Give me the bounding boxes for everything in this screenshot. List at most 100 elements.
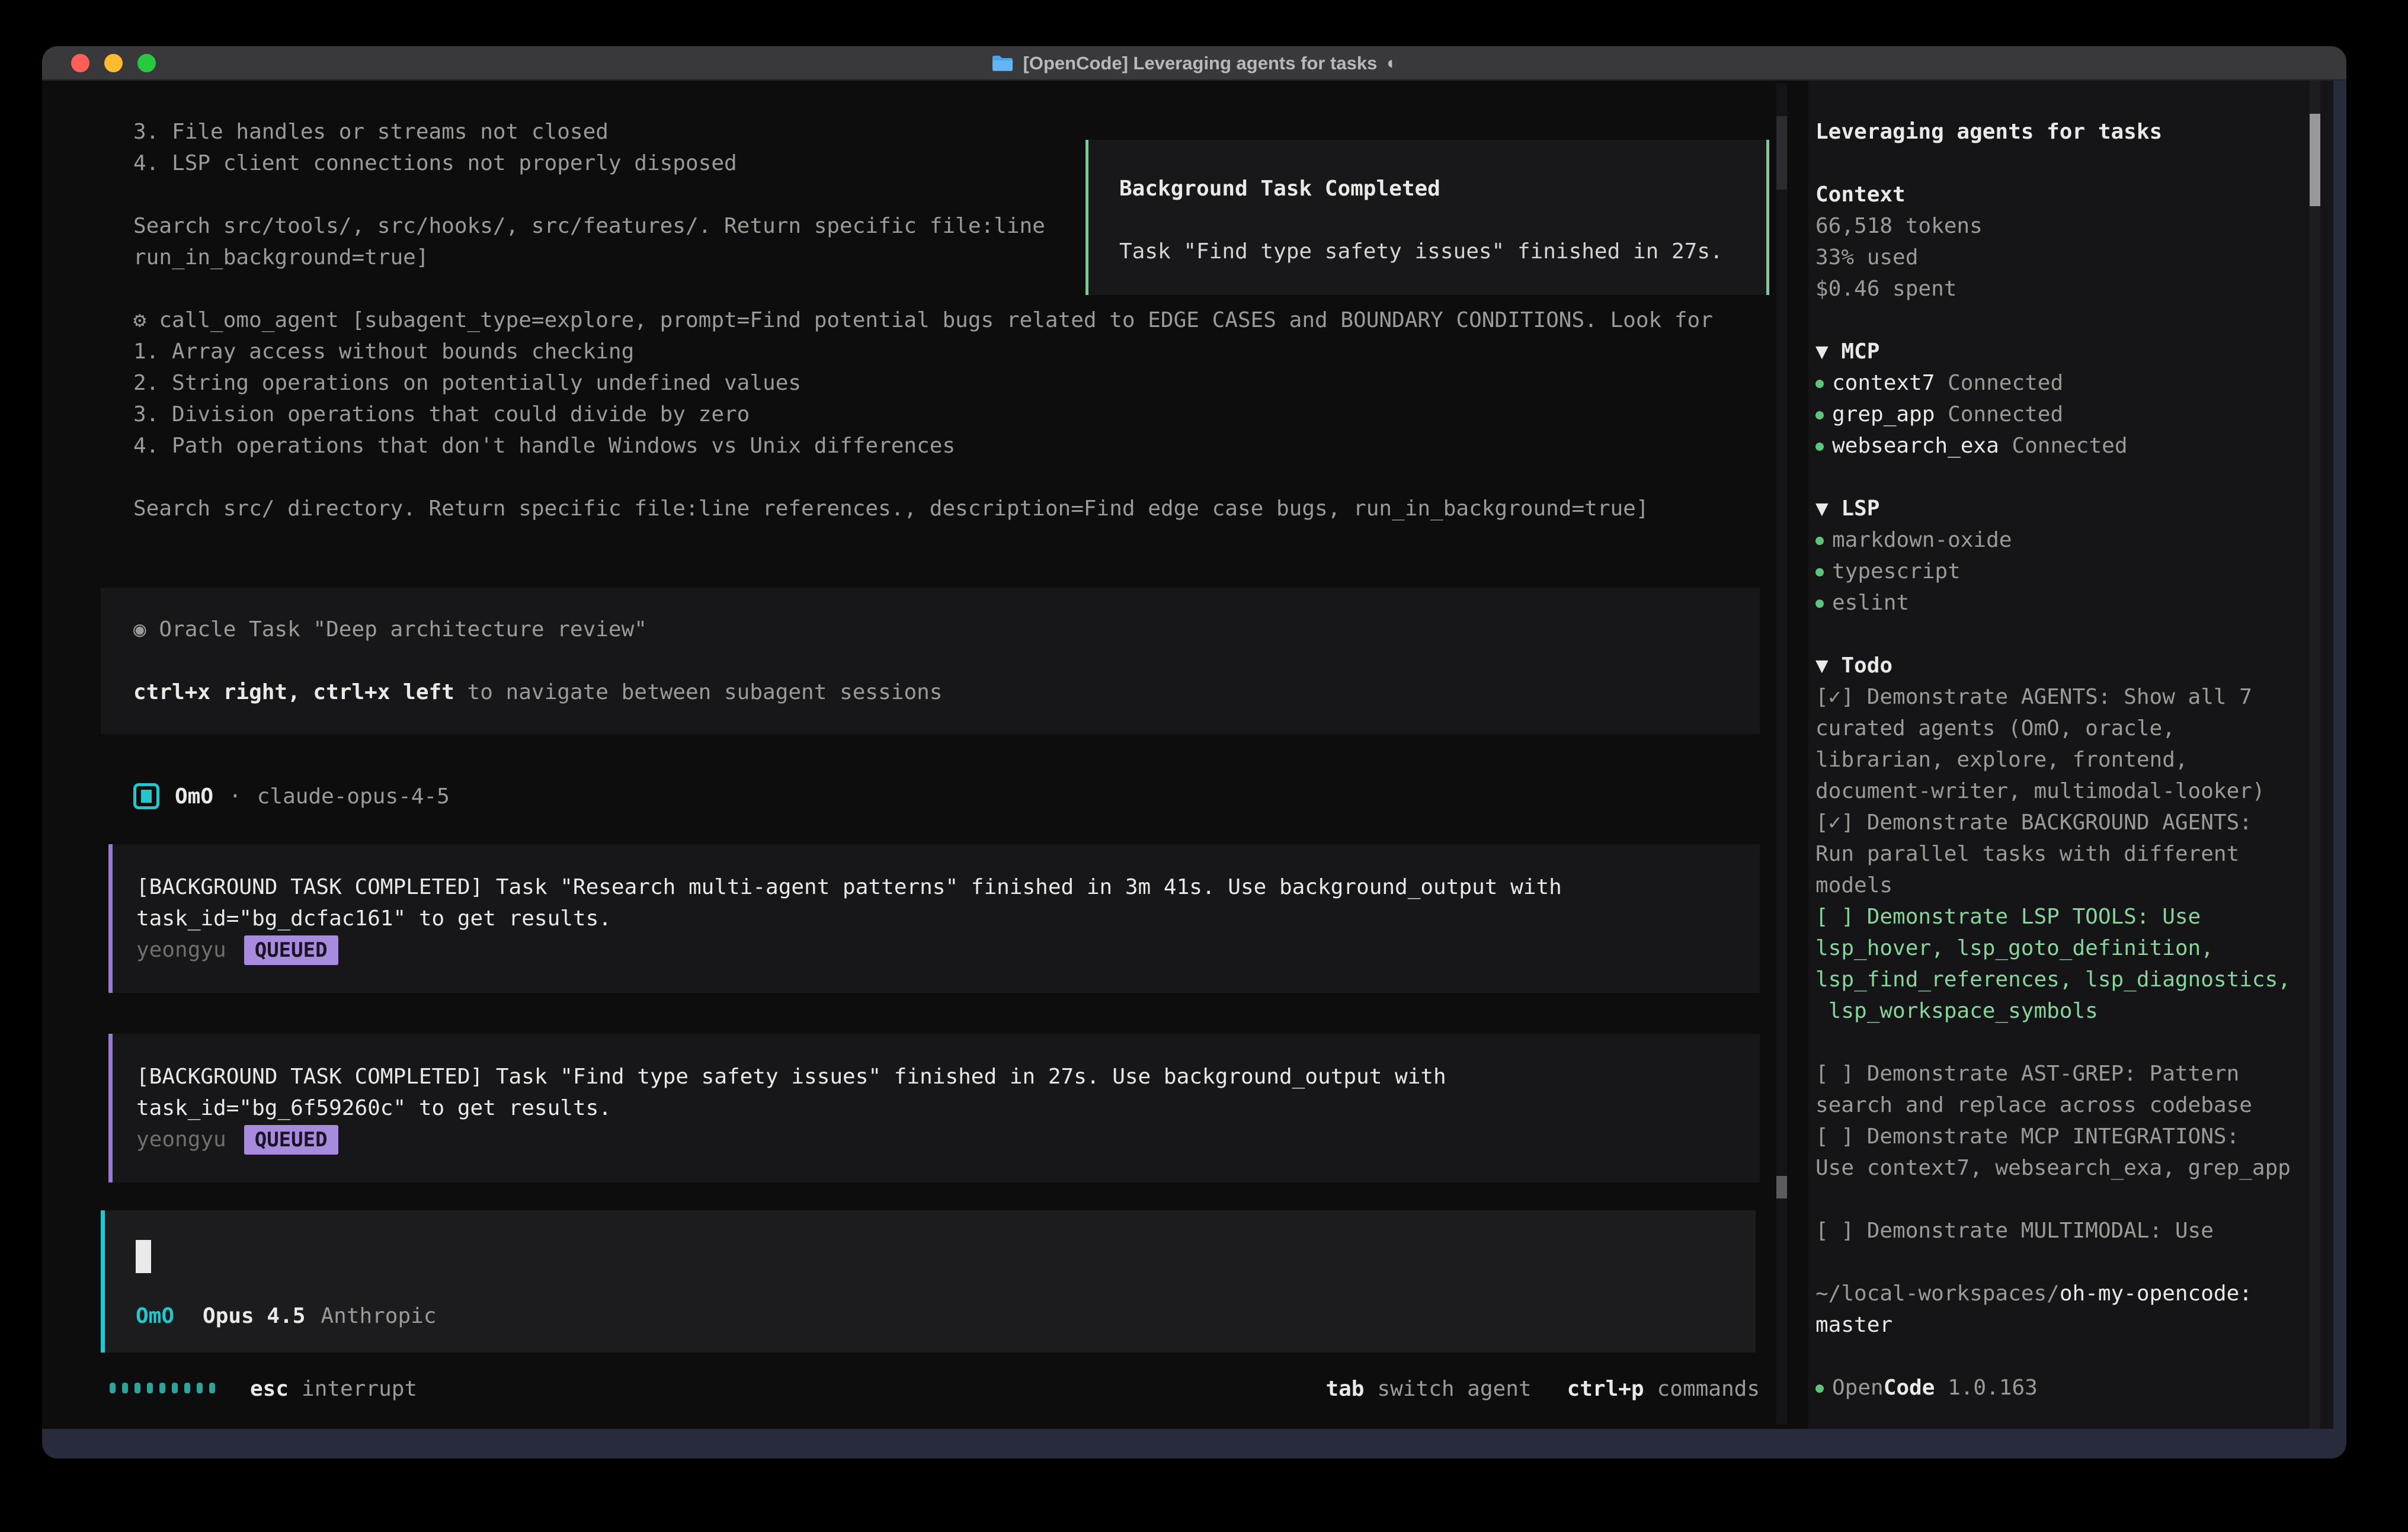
sidebar-blank-line xyxy=(1815,305,2313,336)
spinner-dot-icon xyxy=(122,1383,128,1393)
context-stat: $0.46 spent xyxy=(1815,273,2313,305)
input-model-row: OmO Opus 4.5 Anthropic xyxy=(136,1300,437,1332)
todo-line: [ ] Demonstrate AST-GREP: Pattern xyxy=(1815,1058,2313,1089)
mcp-header[interactable]: ▼ MCP xyxy=(1815,336,2313,367)
status-badge: QUEUED xyxy=(244,1125,338,1155)
oracle-hint-text: to navigate between subagent sessions xyxy=(454,680,943,704)
prompt-input[interactable]: OmO Opus 4.5 Anthropic xyxy=(101,1210,1756,1352)
window-right-edge xyxy=(2333,81,2346,1429)
lsp-item: markdown-oxide xyxy=(1815,524,2313,556)
task-box: [BACKGROUND TASK COMPLETED] Task "Resear… xyxy=(108,844,1760,993)
window-bottom-edge xyxy=(42,1429,2346,1459)
oracle-hint-keys: ctrl+x right, ctrl+x left xyxy=(133,680,454,704)
task-box: [BACKGROUND TASK COMPLETED] Task "Find t… xyxy=(108,1034,1760,1182)
folder-icon xyxy=(991,55,1014,72)
window-title-text: [OpenCode] Leveraging agents for tasks xyxy=(1023,53,1378,74)
sidebar-blank-line xyxy=(1815,618,2313,650)
main-scrollbar-thumb[interactable] xyxy=(1776,1176,1787,1198)
lsp-item: eslint xyxy=(1815,587,2313,618)
todo-line: Use context7, websearch_exa, grep_app xyxy=(1815,1152,2313,1184)
todo-line: [ ] Demonstrate LSP TOOLS: Use xyxy=(1815,901,2313,932)
todo-line: search and replace across codebase xyxy=(1815,1089,2313,1121)
spinner-dot-icon xyxy=(135,1383,140,1393)
todo-line: librarian, explore, frontend, xyxy=(1815,744,2313,775)
bullet-icon xyxy=(1815,600,1824,608)
agent-separator: · xyxy=(229,781,242,812)
input-agent-label: OmO xyxy=(136,1300,174,1332)
sidebar-blank-line xyxy=(1815,1184,2313,1215)
todo-line: lsp_workspace_symbols xyxy=(1815,995,2313,1027)
bullet-icon xyxy=(1815,411,1824,419)
workspace-path: ~/local-workspaces/oh-my-opencode: xyxy=(1815,1278,2313,1309)
traffic-lights xyxy=(71,54,156,72)
todo-line: curated agents (OmO, oracle, xyxy=(1815,713,2313,744)
task-author: yeongyu xyxy=(136,1124,226,1155)
main-scrollbar-thumb-top[interactable] xyxy=(1776,116,1787,190)
moon-icon: ◐ xyxy=(1386,53,1397,73)
task-meta-row: yeongyu QUEUED xyxy=(136,1124,1760,1155)
todo-header[interactable]: ▼ Todo xyxy=(1815,650,2313,681)
context-stat: 33% used xyxy=(1815,242,2313,273)
task-meta-row: yeongyu QUEUED xyxy=(136,934,1760,966)
task-line: [BACKGROUND TASK COMPLETED] Task "Find t… xyxy=(136,1061,1760,1092)
oracle-task-title: ◉ Oracle Task "Deep architecture review" xyxy=(133,614,1760,645)
bullet-icon xyxy=(1815,568,1824,576)
mcp-item: context7 Connected xyxy=(1815,367,2313,399)
terminal-line: Search src/ directory. Return specific f… xyxy=(133,493,1713,524)
todo-line: [ ] Demonstrate MCP INTEGRATIONS: xyxy=(1815,1121,2313,1152)
workspace-branch: master xyxy=(1815,1309,2313,1341)
input-model-label[interactable]: Opus 4.5 xyxy=(203,1300,305,1332)
spinner-dot-icon xyxy=(184,1383,190,1393)
todo-line: document-writer, multimodal-looker) xyxy=(1815,775,2313,807)
sidebar-blank-line xyxy=(1815,1341,2313,1372)
tab-key-label: switch agent xyxy=(1377,1373,1531,1405)
sidebar-content: Leveraging agents for tasks Context66,51… xyxy=(1815,116,2313,1403)
agent-header: OmO · claude-opus-4-5 xyxy=(133,777,450,815)
spinner-dot-icon xyxy=(159,1383,165,1393)
todo-line: models xyxy=(1815,870,2313,901)
task-line: task_id="bg_6f59260c" to get results. xyxy=(136,1092,1760,1124)
minimize-button[interactable] xyxy=(104,54,123,72)
context-stat: 66,518 tokens xyxy=(1815,210,2313,242)
ctrlp-key-label: commands xyxy=(1657,1373,1760,1405)
spinner-dot-icon xyxy=(197,1383,203,1393)
ctrlp-key-hint: ctrl+p xyxy=(1567,1373,1644,1405)
spinner-dot-icon xyxy=(172,1383,178,1393)
sidebar-blank-line xyxy=(1815,1027,2313,1058)
terminal-line: 2. String operations on potentially unde… xyxy=(133,367,1713,399)
statusbar-right: tab switch agent ctrl+p commands xyxy=(1325,1373,1760,1405)
status-badge: QUEUED xyxy=(244,935,338,965)
agent-square-icon xyxy=(133,783,159,809)
oracle-nav-hint: ctrl+x right, ctrl+x left to navigate be… xyxy=(133,677,1760,708)
toast-title: Background Task Completed xyxy=(1119,173,1766,204)
zoom-button[interactable] xyxy=(137,54,156,72)
todo-line: Run parallel tasks with different xyxy=(1815,838,2313,870)
status-bar: esc interrupt tab switch agent ctrl+p co… xyxy=(110,1373,1760,1405)
input-provider-label: Anthropic xyxy=(321,1300,436,1332)
task-line: [BACKGROUND TASK COMPLETED] Task "Resear… xyxy=(136,871,1760,903)
spinner-dot-icon xyxy=(147,1383,153,1393)
todo-line: [ ] Demonstrate MULTIMODAL: Use xyxy=(1815,1215,2313,1246)
bullet-icon xyxy=(1815,443,1824,451)
bullet-icon xyxy=(1815,1384,1824,1393)
task-author: yeongyu xyxy=(136,934,226,966)
close-button[interactable] xyxy=(71,54,89,72)
terminal-line: 3. Division operations that could divide… xyxy=(133,399,1713,430)
sidebar-blank-line xyxy=(1815,1246,2313,1278)
lsp-header[interactable]: ▼ LSP xyxy=(1815,493,2313,524)
terminal-line: 1. Array access without bounds checking xyxy=(133,336,1713,367)
lsp-item: typescript xyxy=(1815,556,2313,587)
agent-model: claude-opus-4-5 xyxy=(257,781,450,812)
todo-line: lsp_find_references, lsp_diagnostics, xyxy=(1815,964,2313,995)
statusbar-left: esc interrupt xyxy=(110,1373,417,1405)
sidebar-blank-line xyxy=(1815,461,2313,493)
spinner-dot-icon xyxy=(209,1383,215,1393)
bullet-icon xyxy=(1815,537,1824,545)
task-line: task_id="bg_dcfac161" to get results. xyxy=(136,903,1760,934)
esc-key-hint: esc xyxy=(250,1373,289,1405)
tab-key-hint: tab xyxy=(1325,1373,1364,1405)
text-cursor xyxy=(136,1240,151,1273)
oracle-task-box: ◉ Oracle Task "Deep architecture review"… xyxy=(101,588,1760,734)
opencode-version: OpenCode 1.0.163 xyxy=(1815,1372,2313,1403)
main-scrollbar-track[interactable] xyxy=(1776,83,1787,1425)
